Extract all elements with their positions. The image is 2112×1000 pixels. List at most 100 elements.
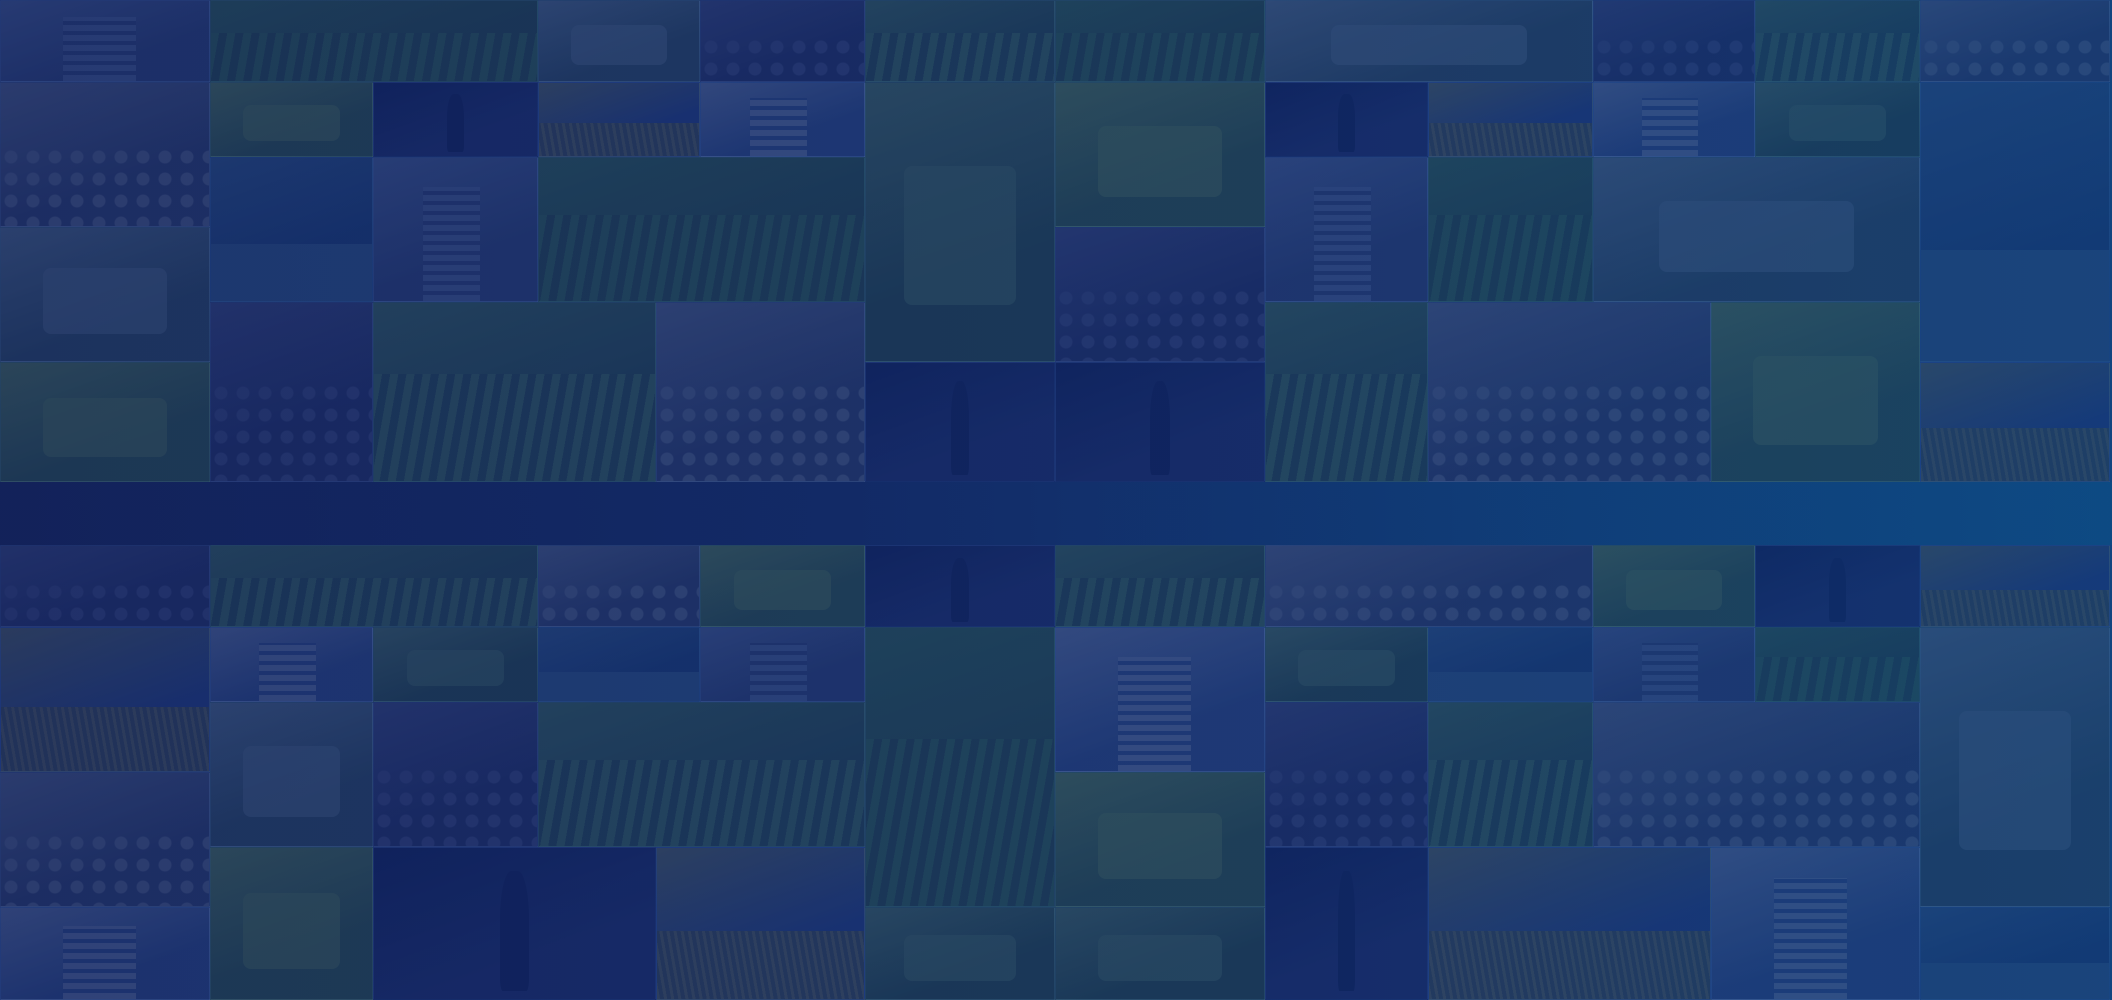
vegetables-shape [733, 570, 832, 610]
people-shape [539, 582, 699, 626]
collage-tile-field [1055, 0, 1265, 82]
collage-tile-sea [1920, 82, 2110, 362]
photo-collage-background [0, 0, 2112, 1000]
collage-tile-silhouette [373, 82, 538, 157]
collage-tile-people [0, 82, 210, 227]
vegetables-shape [1097, 125, 1223, 198]
building-shape [63, 17, 137, 81]
collage-tile-building [0, 0, 210, 82]
collage-tile-rows [373, 302, 656, 482]
sprayer-shape [903, 935, 1017, 981]
silhouette-shape [500, 870, 529, 992]
collage-tile-rows [1055, 545, 1265, 627]
collage-tile-tractor [1593, 157, 1920, 302]
collage-tile-tower [1711, 847, 1920, 1000]
field-shape [1056, 33, 1264, 81]
tower-shape [1118, 656, 1192, 771]
collage-tile-building [1265, 157, 1428, 302]
silhouette-shape [1149, 380, 1171, 476]
collage-tile-silhouette [1265, 82, 1428, 157]
collage-tile-wheat-sky [538, 82, 700, 157]
field-shape [211, 33, 537, 81]
field-shape [1429, 215, 1592, 301]
sprayer-shape [406, 649, 505, 687]
collage-tile-field [1755, 627, 1920, 702]
page-background [0, 0, 2112, 1000]
collage-tile-crowd [210, 302, 373, 482]
silhouette-shape [447, 93, 464, 153]
people-shape [1429, 383, 1710, 481]
collage-tile-silhouette [373, 847, 656, 1000]
tower-shape [749, 97, 807, 156]
wheat-sky-shape [1429, 123, 1592, 156]
tractor-shape [1331, 25, 1527, 65]
wheat-sky-shape [1921, 590, 2109, 626]
crowd-shape [1056, 287, 1264, 361]
people-shape [1, 147, 209, 226]
collage-tile-silhouette [1055, 362, 1265, 482]
wheat-sky-shape [1921, 427, 2109, 481]
collage-tile-sprayer [865, 907, 1055, 1000]
people-shape [1594, 767, 1919, 846]
collage-tile-people [656, 302, 865, 482]
people-shape [1266, 582, 1592, 626]
collage-tile-people [1920, 0, 2110, 82]
collage-tile-wheat-sky [0, 627, 210, 772]
tractor-shape [571, 25, 667, 65]
sprayer-shape [1097, 935, 1223, 981]
silhouette-shape [950, 380, 970, 476]
collage-tile-silhouette [865, 362, 1055, 482]
collage-tile-silhouette [1265, 847, 1428, 1000]
people-shape [657, 383, 864, 481]
collage-tile-people [1428, 302, 1711, 482]
collage-tile-people [538, 545, 700, 627]
collage-tile-rows [1428, 702, 1593, 847]
collage-tile-sea [1920, 907, 2110, 1000]
collage-tile-building [1593, 627, 1755, 702]
people-shape [1, 832, 209, 906]
collage-tile-silhouette [865, 545, 1055, 627]
tower-shape [1642, 97, 1698, 156]
sprayer-shape [1298, 649, 1395, 687]
collage-tile-tower [1055, 627, 1265, 772]
crowd-shape [374, 767, 537, 846]
rows-shape [1756, 33, 1919, 81]
building-shape [422, 186, 480, 301]
sea-shape [1921, 962, 2109, 999]
sea-shape [1921, 249, 2109, 361]
rows-shape [539, 760, 864, 846]
collage-tile-crowd [373, 702, 538, 847]
rows-shape [1429, 760, 1592, 846]
collage-tile-vegetables [210, 847, 373, 1000]
collage-tile-sprayer [865, 82, 1055, 362]
sea-shape [211, 243, 372, 301]
crowd-shape [701, 37, 864, 81]
collage-tile-crowd [1265, 702, 1428, 847]
tractor-shape [243, 745, 340, 818]
collage-tile-building [700, 627, 865, 702]
collage-tile-vegetables [1055, 772, 1265, 907]
wheat-sky-shape [539, 123, 699, 156]
tractor-shape [1958, 711, 2072, 851]
collage-tile-tower [1593, 82, 1755, 157]
collage-tile-field [210, 0, 538, 82]
collage-tile-field [538, 157, 865, 302]
collage-tile-field [1428, 157, 1593, 302]
collage-tile-tractor [1265, 0, 1593, 82]
vegetables-shape [1097, 812, 1223, 880]
building-shape [1314, 186, 1371, 301]
building-shape [749, 642, 807, 701]
collage-tile-people [0, 772, 210, 907]
sprayer-shape [1788, 104, 1887, 142]
collage-tile-wheat-sky [1428, 82, 1593, 157]
collage-tile-tower [700, 82, 865, 157]
tractor-shape [42, 267, 168, 335]
field-shape [1756, 657, 1919, 701]
collage-tile-silhouette [1755, 545, 1920, 627]
tower-shape [63, 926, 137, 999]
collage-tile-wheat-sky [656, 847, 865, 1000]
vegetables-shape [1753, 356, 1878, 446]
collage-tile-people [1593, 702, 1920, 847]
crowd-shape [1, 582, 209, 626]
silhouette-shape [1338, 93, 1355, 153]
